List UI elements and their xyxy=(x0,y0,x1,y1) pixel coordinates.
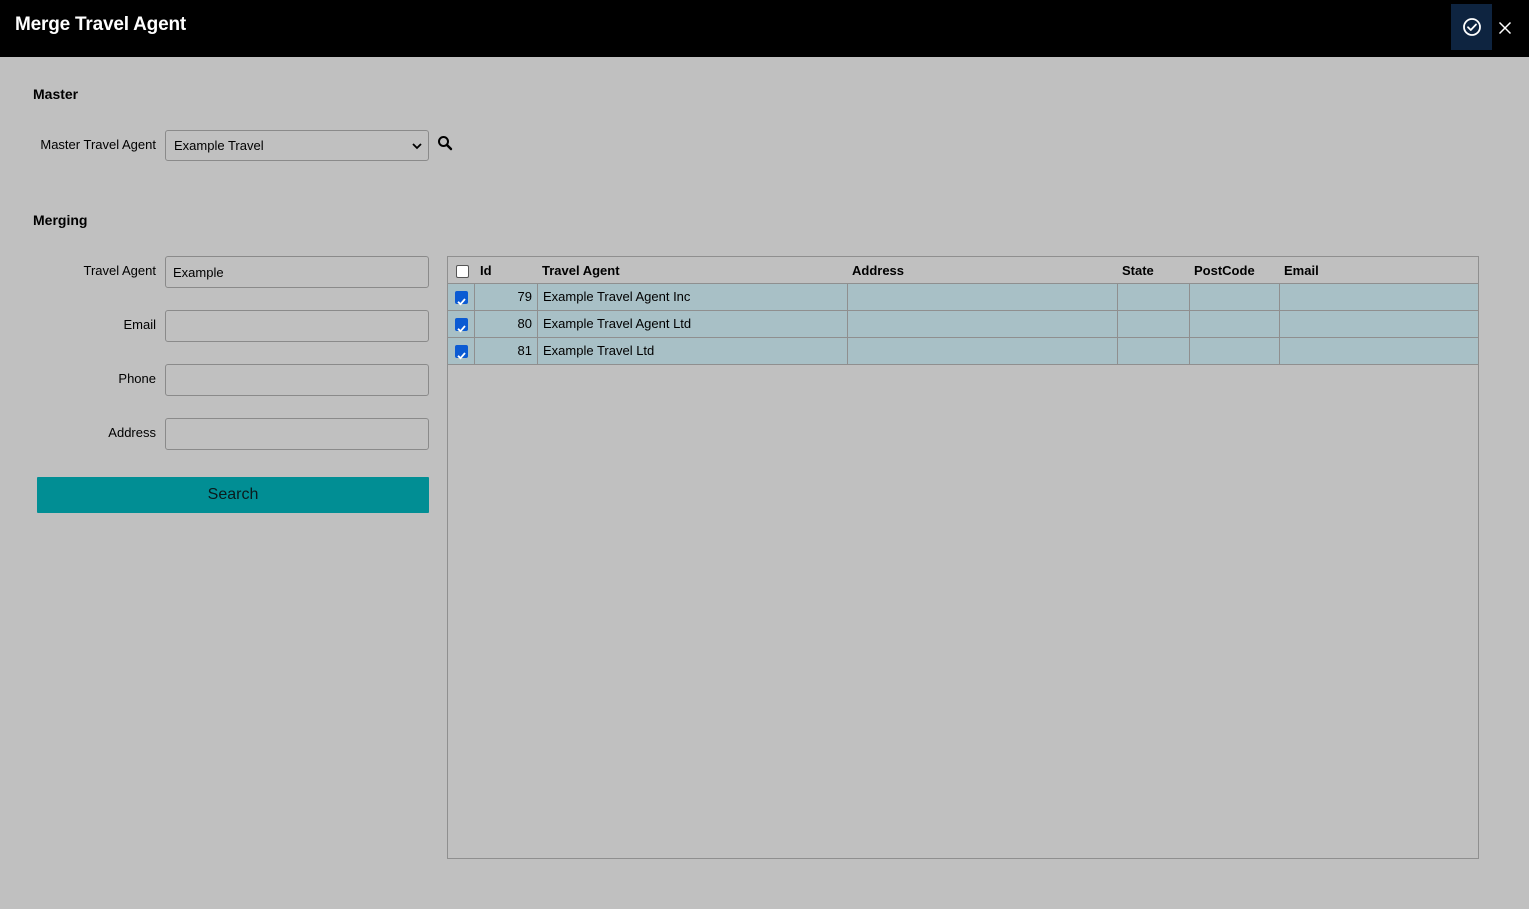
title-bar: Merge Travel Agent xyxy=(0,0,1529,57)
checkmark-icon xyxy=(457,352,466,360)
cell-postcode xyxy=(1190,338,1280,364)
row-select-cell xyxy=(448,338,475,364)
header-address[interactable]: Address xyxy=(852,263,904,278)
cell-address xyxy=(848,284,1118,310)
cell-travel-agent: Example Travel Agent Ltd xyxy=(538,311,848,337)
checkmark-icon xyxy=(457,325,466,333)
cell-address xyxy=(848,338,1118,364)
select-all-checkbox[interactable] xyxy=(456,265,469,278)
cell-email xyxy=(1280,284,1478,310)
row-checkbox[interactable] xyxy=(455,318,468,333)
header-state[interactable]: State xyxy=(1122,263,1154,278)
cell-travel-agent: Example Travel Ltd xyxy=(538,338,848,364)
travel-agent-label: Travel Agent xyxy=(83,263,156,278)
cell-id: 79 xyxy=(475,284,538,310)
email-input[interactable] xyxy=(165,310,429,342)
grid-header: Id Travel Agent Address State PostCode E… xyxy=(448,257,1478,284)
close-button[interactable] xyxy=(1494,16,1516,40)
search-icon xyxy=(438,136,453,151)
master-section-title: Master xyxy=(33,86,79,102)
header-travel-agent[interactable]: Travel Agent xyxy=(542,263,620,278)
cell-id: 81 xyxy=(475,338,538,364)
cell-id: 80 xyxy=(475,311,538,337)
travel-agent-input[interactable] xyxy=(165,256,429,288)
results-grid: Id Travel Agent Address State PostCode E… xyxy=(447,256,1479,859)
master-lookup-button[interactable] xyxy=(437,135,453,151)
row-select-cell xyxy=(448,284,475,310)
cell-state xyxy=(1118,311,1190,337)
checkmark-icon xyxy=(457,298,466,306)
row-checkbox[interactable] xyxy=(455,345,468,360)
address-label: Address xyxy=(108,425,156,440)
phone-label: Phone xyxy=(118,371,156,386)
cell-postcode xyxy=(1190,311,1280,337)
table-row[interactable]: 81 Example Travel Ltd xyxy=(448,338,1478,365)
header-postcode[interactable]: PostCode xyxy=(1194,263,1255,278)
master-agent-select[interactable]: Example Travel xyxy=(165,130,429,161)
cell-state xyxy=(1118,284,1190,310)
table-row[interactable]: 79 Example Travel Agent Inc xyxy=(448,284,1478,311)
phone-input[interactable] xyxy=(165,364,429,396)
header-email[interactable]: Email xyxy=(1284,263,1319,278)
chevron-down-icon xyxy=(412,143,422,150)
cell-postcode xyxy=(1190,284,1280,310)
email-label: Email xyxy=(123,317,156,332)
check-circle-icon xyxy=(1462,18,1481,36)
cell-state xyxy=(1118,338,1190,364)
row-select-cell xyxy=(448,311,475,337)
address-input[interactable] xyxy=(165,418,429,450)
cell-address xyxy=(848,311,1118,337)
close-icon xyxy=(1498,21,1512,35)
table-row[interactable]: 80 Example Travel Agent Ltd xyxy=(448,311,1478,338)
search-button[interactable]: Search xyxy=(37,477,429,513)
merging-section-title: Merging xyxy=(33,212,88,228)
confirm-button[interactable] xyxy=(1451,4,1492,50)
master-agent-value: Example Travel xyxy=(174,138,264,153)
header-id[interactable]: Id xyxy=(480,263,492,278)
cell-email xyxy=(1280,311,1478,337)
window-title: Merge Travel Agent xyxy=(15,14,186,35)
row-checkbox[interactable] xyxy=(455,291,468,306)
cell-travel-agent: Example Travel Agent Inc xyxy=(538,284,848,310)
master-agent-label: Master Travel Agent xyxy=(40,137,156,152)
cell-email xyxy=(1280,338,1478,364)
